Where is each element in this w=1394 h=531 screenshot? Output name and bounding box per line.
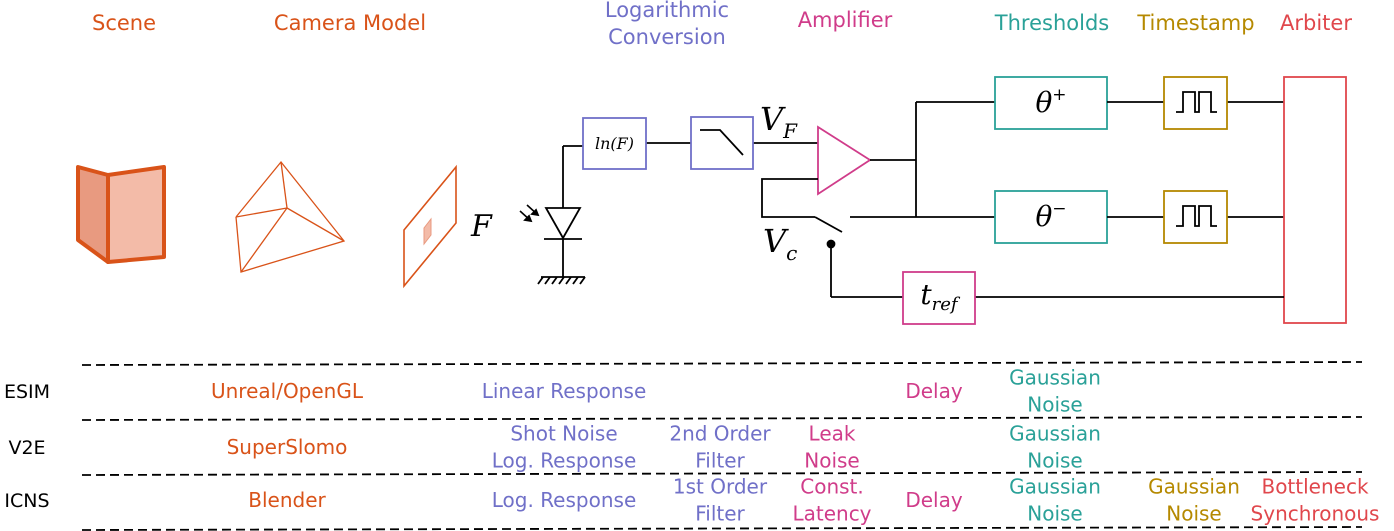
flux-label: F	[470, 209, 493, 244]
cell-filter: 2nd Order	[669, 422, 771, 446]
stage-headings: Scene Camera Model Logarithmic Conversio…	[92, 0, 1352, 49]
cell-scene: SuperSlomo	[227, 435, 348, 459]
timestamp-block-upper	[1163, 76, 1228, 130]
row-label: ICNS	[4, 490, 49, 512]
cell-arb: Synchronous	[1251, 502, 1380, 526]
cell-thr: Gaussian	[1009, 475, 1101, 499]
cell-filter: 1st Order	[673, 475, 768, 499]
flux-symbol: F	[470, 209, 493, 244]
cell-filter: Filter	[695, 449, 745, 473]
row-label: ESIM	[4, 381, 50, 403]
cell-thr: Gaussian	[1009, 422, 1101, 446]
timestamp-block-lower	[1163, 190, 1228, 244]
cell-thr: Noise	[1027, 502, 1082, 526]
cell-log: Linear Response	[482, 379, 647, 403]
cell-arb: Bottleneck	[1261, 475, 1368, 499]
row-label: V2E	[8, 437, 45, 459]
heading-timestamp: Timestamp	[1136, 11, 1254, 35]
cell-ts: Noise	[1166, 502, 1221, 526]
cell-ts: Gaussian	[1148, 475, 1240, 499]
cell-log: Log. Response	[492, 488, 637, 512]
heading-arbiter: Arbiter	[1280, 11, 1352, 35]
cell-amp: Const.	[800, 475, 864, 499]
threshold-plus-block: θ+	[994, 76, 1108, 130]
ln-label: ln(F)	[595, 134, 634, 153]
cell-amp: Latency	[792, 502, 871, 526]
table-row: V2E SuperSlomo Shot Noise Log. Response 2nd …	[8, 422, 1100, 473]
photodiode-icon	[519, 146, 582, 277]
cell-log: Log. Response	[492, 449, 637, 473]
heading-log-line1: Logarithmic	[605, 0, 729, 22]
amplifier-triangle-icon	[817, 125, 872, 196]
cell-amp: Noise	[804, 449, 859, 473]
heading-camera-model: Camera Model	[274, 11, 426, 35]
heading-thresholds: Thresholds	[994, 11, 1109, 35]
lowpass-filter-icon	[690, 116, 754, 170]
refractory-feedback: tref	[902, 271, 1284, 325]
vf-symbol: VF	[760, 100, 798, 143]
arbiter-block	[1283, 76, 1347, 324]
cell-delay: Delay	[905, 379, 963, 403]
threshold-minus-block: θ−	[994, 190, 1108, 244]
table-row: ESIM Unreal/OpenGL Linear Response Delay Gau…	[4, 366, 1101, 417]
image-plane-icon	[403, 164, 457, 289]
cell-amp: Leak	[809, 422, 856, 446]
ground-icon	[537, 276, 586, 285]
cell-scene: Blender	[248, 488, 326, 512]
switch-icon	[814, 216, 903, 298]
scene-cube-icon	[76, 165, 166, 264]
heading-scene: Scene	[92, 11, 156, 35]
cell-thr: Gaussian	[1009, 366, 1101, 390]
camera-frustum-icon	[235, 160, 346, 273]
heading-amplifier: Amplifier	[798, 8, 893, 32]
cell-scene: Unreal/OpenGL	[211, 379, 364, 403]
cell-thr: Noise	[1027, 393, 1082, 417]
cell-thr: Noise	[1027, 449, 1082, 473]
vc-symbol: Vc	[763, 222, 797, 265]
comparison-table: ESIM Unreal/OpenGL Linear Response Delay Gau…	[4, 366, 1379, 526]
cell-filter: Filter	[695, 502, 745, 526]
cell-delay: Delay	[905, 488, 963, 512]
cell-log: Shot Noise	[510, 422, 617, 446]
ln-block: ln(F)	[582, 117, 647, 170]
table-row: ICNS Blender Log. Response 1st Order Filter C…	[4, 475, 1379, 526]
vf-label: VF	[760, 100, 798, 143]
pipeline-diagram: Scene Camera Model Logarithmic Conversio…	[4, 0, 1379, 531]
heading-log-line2: Conversion	[608, 25, 726, 49]
vc-label: Vc	[763, 222, 797, 265]
